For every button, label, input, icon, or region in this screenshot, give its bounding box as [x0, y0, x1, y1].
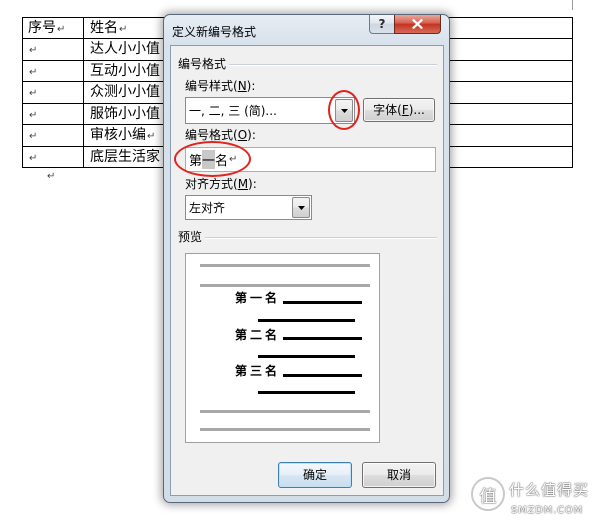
- mnemonic-key: O: [237, 128, 248, 142]
- table-cell-index[interactable]: ↵: [23, 60, 84, 83]
- alignment-dropdown-button[interactable]: [292, 197, 310, 218]
- name-text: 服饰小小值: [90, 105, 160, 122]
- watermark-logo: 值: [471, 477, 505, 511]
- group-separator: [229, 64, 437, 65]
- table-cell-index[interactable]: ↵: [23, 82, 84, 104]
- preview-level-3: 第三名: [235, 364, 281, 378]
- close-button[interactable]: [394, 15, 441, 34]
- watermark-site: SMZDM.COM: [511, 505, 584, 516]
- label-text: ):: [247, 128, 256, 142]
- paragraph-mark: ↵: [29, 88, 38, 100]
- preview-gray-line: [200, 284, 370, 287]
- paragraph-mark: ↵: [119, 24, 128, 35]
- define-number-format-dialog: 定义新编号格式 ? 编号格式 编号样式(N): 一, 二, 三 (简)... 字…: [163, 14, 450, 503]
- paragraph-mark: ↵: [29, 109, 38, 121]
- dialog-title: 定义新编号格式: [172, 25, 257, 39]
- header-text: 姓名: [90, 20, 118, 36]
- name-text: 互动小小值: [90, 62, 160, 79]
- label-text: ):: [248, 177, 257, 191]
- table-cell-index[interactable]: ↵: [23, 125, 84, 147]
- chevron-down-icon: [297, 205, 305, 210]
- paragraph-mark: ↵: [29, 45, 38, 57]
- preview-box: 第一名 第二名 第三名: [185, 253, 380, 443]
- mnemonic-key: N: [237, 79, 247, 93]
- name-text: 审核小编: [90, 127, 146, 144]
- paragraph-mark: ↵: [29, 152, 38, 164]
- dialog-client-area: 编号格式 编号样式(N): 一, 二, 三 (简)... 字体(F)... 编号…: [170, 45, 444, 496]
- mnemonic-key: M: [237, 177, 249, 191]
- preview-group-label: 预览: [178, 230, 203, 244]
- alignment-label: 对齐方式(M):: [185, 177, 257, 191]
- label-text: 对齐方式(: [185, 177, 238, 191]
- label-text: ):: [246, 79, 256, 93]
- button-text: )...: [408, 103, 425, 117]
- preview-text-line: [258, 319, 355, 322]
- table-cell-index[interactable]: ↵: [23, 39, 84, 61]
- annotation-circle-dropdown: [328, 90, 360, 130]
- cancel-button[interactable]: 取消: [362, 462, 436, 488]
- preview-text-line: [283, 374, 362, 377]
- table-cell-index[interactable]: ↵: [23, 146, 84, 168]
- annotation-circle-format: [174, 141, 251, 177]
- mnemonic-key: F: [401, 103, 409, 117]
- paragraph-mark: ↵: [29, 66, 38, 78]
- table-cell-index[interactable]: ↵: [23, 103, 84, 126]
- preview-gray-line: [200, 264, 370, 267]
- paragraph-mark: ↵: [147, 131, 156, 143]
- preview-gray-line: [200, 410, 370, 413]
- name-text: 众测小小值: [90, 84, 160, 101]
- number-style-label: 编号样式(N):: [185, 79, 255, 93]
- preview-text-line: [283, 337, 362, 340]
- preview-text-line: [283, 301, 362, 304]
- watermark-name: 什么值得买: [509, 481, 590, 499]
- number-style-value: 一, 二, 三 (简)...: [189, 104, 277, 118]
- number-format-label: 编号格式(O):: [185, 128, 256, 142]
- alignment-dropdown[interactable]: 左对齐: [185, 195, 312, 220]
- paragraph-mark: ↵: [57, 24, 66, 35]
- preview-gray-line: [200, 428, 370, 431]
- label-text: 编号样式(: [185, 79, 238, 93]
- page-corner-mark: [572, 0, 573, 10]
- button-text: 字体(: [373, 103, 402, 117]
- preview-level-1: 第一名: [235, 291, 281, 305]
- preview-level-2: 第二名: [235, 328, 281, 342]
- paragraph-mark: ↵: [29, 131, 38, 143]
- name-text: 底层生活家: [90, 148, 160, 165]
- help-icon: ?: [378, 16, 386, 31]
- name-text: 达人小小值: [90, 41, 160, 58]
- label-text: 编号格式(: [185, 128, 238, 142]
- preview-text-line: [258, 391, 355, 394]
- ok-button[interactable]: 确定: [278, 462, 352, 488]
- preview-text-line: [258, 355, 355, 358]
- alignment-value: 左对齐: [189, 201, 226, 215]
- help-button[interactable]: ?: [369, 15, 394, 34]
- header-text: 序号: [28, 20, 56, 36]
- close-icon: [412, 19, 423, 29]
- group-separator: [205, 237, 437, 238]
- number-format-group-label: 编号格式: [178, 57, 227, 71]
- paragraph-mark[interactable]: ↵: [47, 171, 55, 183]
- font-button[interactable]: 字体(F)...: [363, 98, 435, 122]
- table-header-index[interactable]: 序号↵: [23, 18, 84, 40]
